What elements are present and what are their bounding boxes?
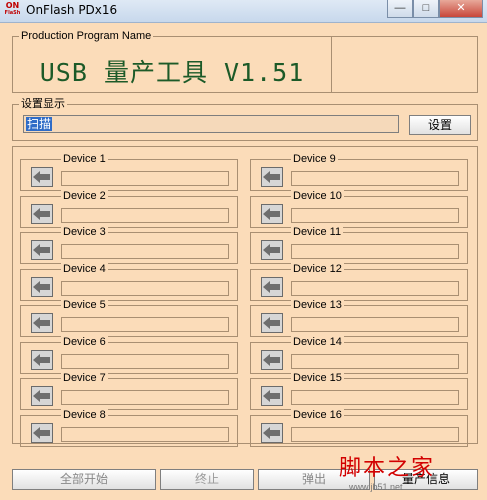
- logo-top-text: ON: [5, 1, 20, 10]
- device-slot: Device 15: [250, 372, 468, 410]
- device-status-field: [291, 317, 459, 332]
- device-status-field: [61, 317, 229, 332]
- device-arrow-left-icon[interactable]: [31, 167, 53, 187]
- device-label: Device 1: [61, 153, 108, 165]
- device-slot: Device 5: [20, 299, 238, 337]
- device-arrow-left-icon[interactable]: [261, 422, 283, 443]
- logo-bottom-text: FlaSh: [4, 10, 21, 16]
- settings-display-field[interactable]: 扫描: [23, 115, 399, 133]
- title-bar: ON FlaSh OnFlash PDx16 — □ ✕: [0, 0, 487, 23]
- production-group: Production Program Name USB 量产工具 V1.51: [12, 30, 478, 93]
- settings-button[interactable]: 设置: [409, 115, 471, 135]
- device-status-field: [61, 390, 229, 405]
- device-label: Device 16: [291, 408, 344, 421]
- device-slot: Device 9: [250, 153, 468, 191]
- device-label: Device 9: [291, 153, 338, 165]
- device-label: Device 2: [61, 189, 108, 202]
- device-arrow-left-icon[interactable]: [261, 386, 283, 406]
- device-label: Device 15: [291, 372, 344, 384]
- device-slot: Device 4: [20, 262, 238, 301]
- device-status-field: [61, 426, 229, 442]
- device-arrow-left-icon[interactable]: [261, 276, 283, 297]
- device-slot: Device 11: [250, 226, 468, 264]
- device-status-field: [291, 390, 459, 405]
- device-label: Device 4: [61, 262, 108, 275]
- device-label: Device 14: [291, 335, 344, 348]
- device-status-field: [291, 244, 459, 259]
- device-status-field: [291, 280, 459, 296]
- device-arrow-left-icon[interactable]: [31, 276, 53, 297]
- device-slot: Device 12: [250, 262, 468, 301]
- device-arrow-left-icon[interactable]: [261, 313, 283, 333]
- window-title: OnFlash PDx16: [26, 3, 118, 17]
- watermark-url: www.jb51.net: [349, 482, 403, 492]
- device-arrow-left-icon[interactable]: [31, 313, 53, 333]
- device-status-field: [61, 280, 229, 296]
- device-status-field: [291, 426, 459, 442]
- device-arrow-left-icon[interactable]: [31, 203, 53, 224]
- device-label: Device 10: [291, 189, 344, 202]
- device-slot: Device 6: [20, 335, 238, 374]
- device-label: Device 8: [61, 408, 108, 421]
- device-label: Device 12: [291, 262, 344, 275]
- device-label: Device 6: [61, 335, 108, 348]
- device-label: Device 11: [291, 226, 344, 238]
- device-arrow-left-icon[interactable]: [31, 240, 53, 260]
- device-status-field: [61, 244, 229, 259]
- device-slot: Device 1: [20, 153, 238, 191]
- device-label: Device 7: [61, 372, 108, 384]
- production-group-label: Production Program Name: [19, 30, 154, 42]
- device-status-field: [291, 171, 459, 186]
- close-button[interactable]: ✕: [439, 0, 483, 18]
- start-all-button[interactable]: 全部开始: [12, 469, 156, 490]
- program-name: USB 量产工具 V1.51: [39, 58, 305, 87]
- device-slot: Device 10: [250, 189, 468, 228]
- device-status-field: [291, 353, 459, 369]
- device-arrow-left-icon[interactable]: [261, 240, 283, 260]
- minimize-button[interactable]: —: [387, 0, 413, 18]
- maximize-button[interactable]: □: [413, 0, 439, 18]
- device-status-field: [61, 353, 229, 369]
- device-status-field: [291, 207, 459, 223]
- device-arrow-left-icon[interactable]: [31, 422, 53, 443]
- settings-group-label: 设置显示: [19, 98, 67, 110]
- device-slot: Device 7: [20, 372, 238, 410]
- device-status-field: [61, 207, 229, 223]
- device-status-field: [61, 171, 229, 186]
- settings-group: 设置显示 扫描 设置: [12, 98, 478, 141]
- device-slot: Device 14: [250, 335, 468, 374]
- settings-display-value: 扫描: [26, 117, 53, 131]
- app-logo-icon: ON FlaSh: [4, 2, 21, 20]
- production-divider: [331, 37, 332, 93]
- device-slot: Device 3: [20, 226, 238, 264]
- device-label: Device 13: [291, 299, 344, 311]
- device-slot: Device 13: [250, 299, 468, 337]
- device-slot: Device 8: [20, 408, 238, 447]
- device-arrow-left-icon[interactable]: [261, 167, 283, 187]
- device-label: Device 3: [61, 226, 108, 238]
- device-arrow-left-icon[interactable]: [261, 349, 283, 370]
- device-label: Device 5: [61, 299, 108, 311]
- device-slot: Device 16: [250, 408, 468, 447]
- device-arrow-left-icon[interactable]: [31, 349, 53, 370]
- device-arrow-left-icon[interactable]: [31, 386, 53, 406]
- watermark-title: 脚本之家: [339, 456, 436, 481]
- device-arrow-left-icon[interactable]: [261, 203, 283, 224]
- window-controls: — □ ✕: [387, 0, 483, 20]
- device-slot: Device 2: [20, 189, 238, 228]
- watermark: 脚本之家 www.jb51.net: [339, 450, 479, 496]
- stop-button[interactable]: 终止: [160, 469, 254, 490]
